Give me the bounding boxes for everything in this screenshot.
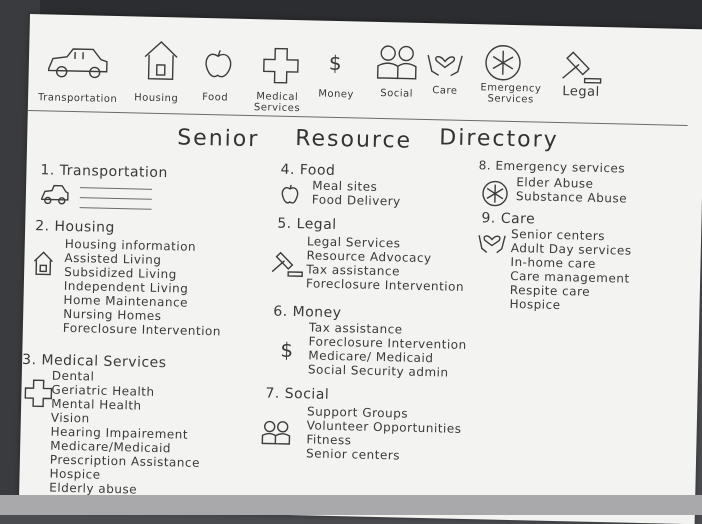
money-list: Tax assistance Foreclosure Intervention …: [308, 320, 467, 380]
gavel-icon: [555, 48, 604, 85]
blank-line-2: [79, 197, 152, 200]
gavel-small-icon: [268, 249, 305, 278]
caring-hands-icon: [425, 45, 466, 80]
section-heading-legal: 5. Legal: [277, 215, 337, 234]
icon-label-emergency: Emergency Services: [480, 82, 541, 105]
title-word-directory: Directory: [439, 125, 559, 154]
section-heading-social: 7. Social: [265, 385, 330, 403]
emergency-small-icon: [480, 178, 511, 209]
section-heading-transportation: 1. Transportation: [40, 162, 169, 182]
people-icon: [375, 44, 422, 81]
list-item: Food Delivery: [311, 192, 401, 209]
list-item: Senior centers: [305, 446, 401, 463]
list-item: Hospice: [509, 296, 561, 313]
blank-line-1: [80, 187, 153, 190]
emergency-star-icon: [483, 42, 524, 83]
background-bottom: [0, 495, 702, 515]
house-icon: [140, 39, 181, 84]
list-item: Substance Abuse: [515, 189, 628, 206]
apple-icon: [203, 48, 234, 81]
car-small-icon: [40, 182, 71, 207]
header-divider: [27, 109, 688, 126]
section-heading-care: 9. Care: [481, 210, 536, 228]
icon-label-housing: Housing: [133, 92, 179, 105]
icon-label-money: Money: [318, 88, 355, 101]
car-icon: [44, 44, 111, 81]
icon-label-medical-line2: Services: [253, 102, 301, 115]
icon-label-medical: Medical Services: [254, 91, 301, 114]
section-heading-housing: 2. Housing: [35, 218, 116, 236]
people-small-icon: [260, 419, 293, 446]
section-heading-medical: 3. Medical Services: [21, 351, 167, 372]
food-list: Meal sites Food Delivery: [312, 178, 402, 208]
icon-label-food: Food: [202, 91, 229, 104]
dollar-sign-icon: $: [328, 50, 343, 76]
blank-line-3: [79, 207, 152, 210]
housing-list: Housing information Assisted Living Subs…: [63, 237, 223, 339]
paper-sheet: Transportation Housing Food Medical Serv…: [18, 14, 702, 524]
icon-label-transportation: Transportation: [37, 92, 118, 106]
care-list: Senior centers Adult Day services In-hom…: [509, 227, 632, 314]
list-item: Social Security admin: [307, 362, 449, 380]
list-item: Foreclosure Intervention: [62, 320, 222, 339]
icon-label-legal: Legal: [562, 84, 600, 100]
title-word-senior: Senior: [176, 125, 260, 153]
section-heading-money: 6. Money: [273, 303, 342, 322]
medical-cross-icon: [260, 45, 301, 86]
icon-label-social: Social: [380, 87, 414, 100]
medical-cross-small-icon: [23, 378, 54, 409]
dollar-small-icon: $: [280, 337, 294, 363]
icon-label-care: Care: [432, 85, 458, 97]
icon-label-emergency-line2: Services: [487, 93, 534, 106]
legal-list: Legal Services Resource Advocacy Tax ass…: [306, 234, 465, 294]
apple-small-icon: [280, 184, 300, 206]
section-heading-emergency: 8. Emergency services: [478, 158, 626, 176]
medical-list: Dental Geriatric Health Mental Health Vi…: [49, 369, 202, 498]
emergency-list: Elder Abuse Substance Abuse: [516, 175, 628, 206]
list-item: Foreclosure Intervention: [305, 276, 465, 294]
house-small-icon: [32, 250, 55, 276]
section-heading-food: 4. Food: [280, 161, 336, 179]
title-word-resource: Resource: [294, 126, 413, 154]
caring-hands-small-icon: [477, 228, 508, 255]
social-list: Support Groups Volunteer Opportunities F…: [306, 404, 462, 463]
